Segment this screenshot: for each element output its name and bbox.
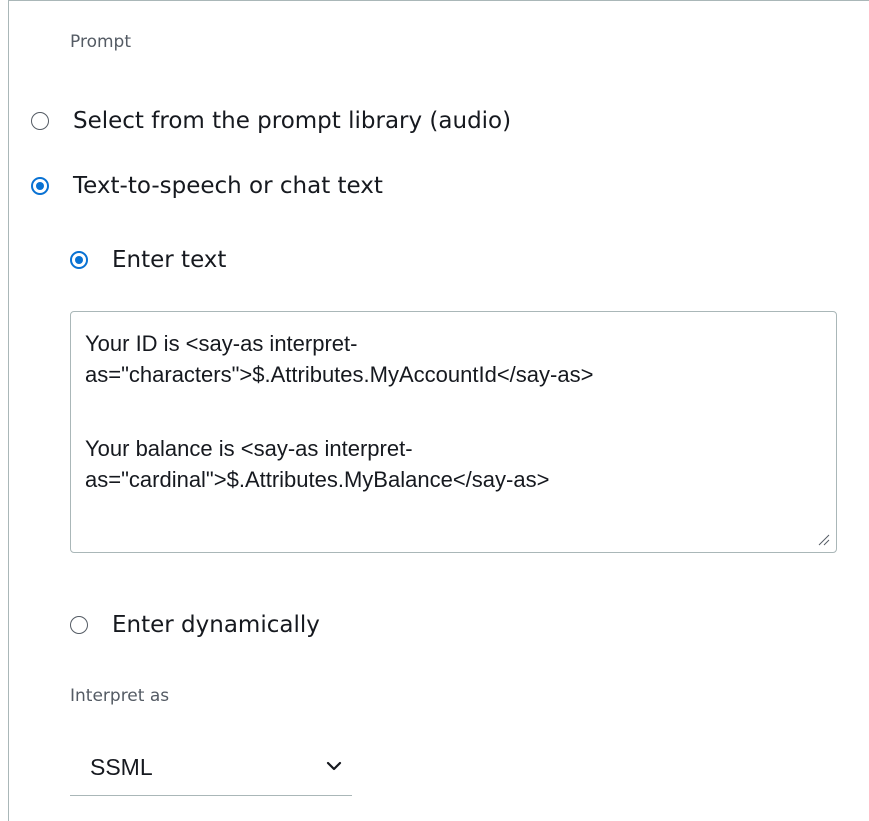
textarea-blank-line <box>85 390 822 433</box>
textarea-line: as="cardinal">$.Attributes.MyBalance</sa… <box>85 467 550 492</box>
radio-button-unchecked-icon[interactable] <box>31 112 49 130</box>
radio-option-enter-dynamically[interactable]: Enter dynamically <box>70 612 320 638</box>
text-to-speech-textarea[interactable]: Your ID is <say-as interpret- as="charac… <box>70 311 837 553</box>
radio-button-unchecked-icon[interactable] <box>70 616 88 634</box>
interpret-as-selected-value: SSML <box>90 754 153 780</box>
chevron-down-icon[interactable] <box>326 760 342 772</box>
radio-option-label: Enter text <box>112 247 227 273</box>
interpret-as-select[interactable]: SSML <box>70 740 352 796</box>
radio-option-label: Select from the prompt library (audio) <box>73 108 512 134</box>
radio-option-prompt-library[interactable]: Select from the prompt library (audio) <box>31 108 511 134</box>
radio-button-checked-icon[interactable] <box>70 251 88 269</box>
interpret-as-label: Interpret as <box>70 686 170 706</box>
textarea-line: as="characters">$.Attributes.MyAccountId… <box>85 362 594 387</box>
radio-option-enter-text[interactable]: Enter text <box>70 247 226 273</box>
textarea-line: Your balance is <say-as interpret- <box>85 436 413 461</box>
resize-handle-icon[interactable] <box>818 534 830 546</box>
radio-button-checked-icon[interactable] <box>31 177 49 195</box>
prompt-section-label: Prompt <box>70 32 131 52</box>
radio-option-label: Enter dynamically <box>112 612 320 638</box>
textarea-line: Your ID is <say-as interpret- <box>85 331 358 356</box>
radio-option-label: Text-to-speech or chat text <box>73 173 383 199</box>
radio-option-text-to-speech[interactable]: Text-to-speech or chat text <box>31 173 383 199</box>
